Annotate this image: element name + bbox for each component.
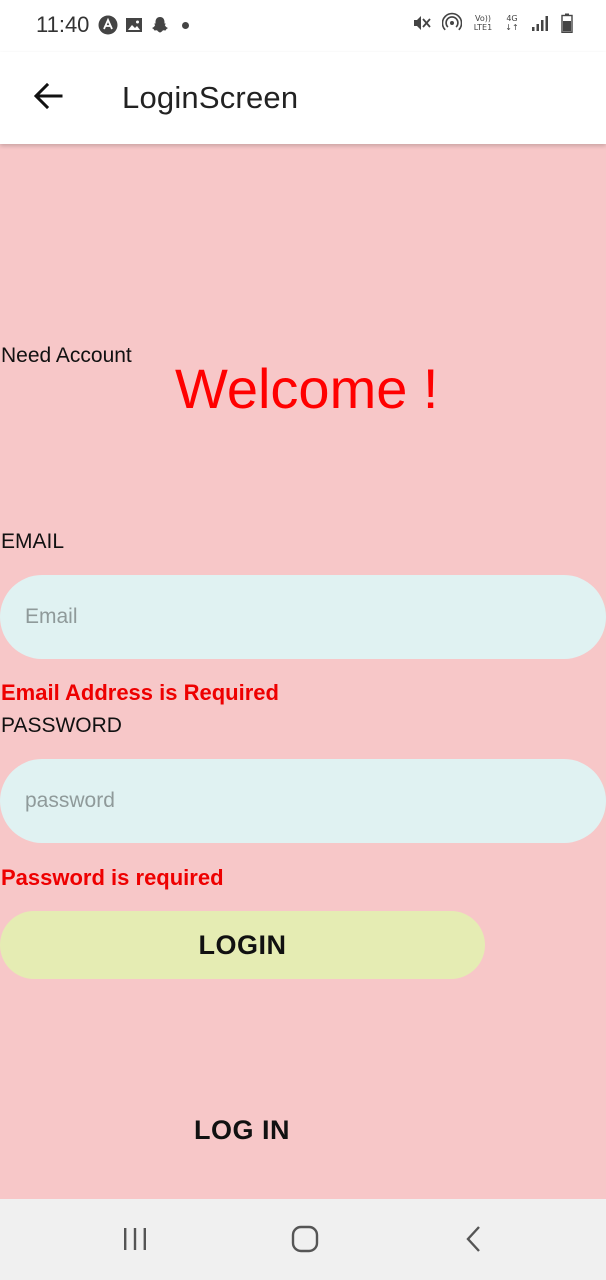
recent-apps-icon — [124, 1228, 146, 1250]
need-account-link[interactable]: Need Account — [1, 344, 132, 368]
email-error: Email Address is Required — [1, 680, 279, 705]
back-button[interactable] — [28, 76, 68, 116]
password-label: PASSWORD — [1, 714, 122, 737]
4g-data-icon: 4G ↓↑ — [505, 14, 519, 32]
status-time: 11:40 — [36, 12, 90, 37]
hotspot-icon — [442, 12, 462, 34]
welcome-heading: Welcome ! — [175, 357, 439, 420]
home-button[interactable] — [283, 1219, 327, 1259]
dot-icon — [182, 21, 189, 29]
navigation-bar — [0, 1199, 606, 1280]
recent-apps-button[interactable] — [113, 1219, 157, 1259]
password-error: Password is required — [1, 865, 224, 890]
back-nav-button[interactable] — [452, 1219, 496, 1259]
arrow-left-icon — [33, 83, 63, 109]
volte-lte-icon: Vo)) LTE1 — [473, 14, 493, 32]
email-input[interactable] — [0, 575, 606, 659]
email-label: EMAIL — [1, 530, 65, 553]
snapchat-icon — [150, 14, 170, 36]
home-icon — [291, 1225, 319, 1253]
mute-vibrate-icon — [412, 12, 432, 34]
back-nav-icon — [466, 1226, 480, 1252]
battery-icon — [560, 12, 574, 34]
password-input[interactable] — [0, 759, 606, 843]
page-title: LoginScreen — [122, 80, 299, 115]
status-right-icons: Vo)) LTE1 4G ↓↑ — [412, 12, 574, 34]
login-screen: 11:40 Vo)) LTE1 4G ↓↑ LoginScreen Need A… — [0, 0, 606, 1280]
signal-icon — [530, 12, 550, 34]
status-bar: 11:40 Vo)) LTE1 4G ↓↑ — [0, 0, 606, 52]
status-left-icons — [98, 14, 189, 36]
image-icon — [124, 14, 144, 36]
app-a-icon — [98, 14, 118, 36]
login-link[interactable]: LOG IN — [194, 1115, 290, 1146]
login-button[interactable]: LOGIN — [0, 911, 485, 979]
app-bar: LoginScreen — [0, 52, 606, 144]
